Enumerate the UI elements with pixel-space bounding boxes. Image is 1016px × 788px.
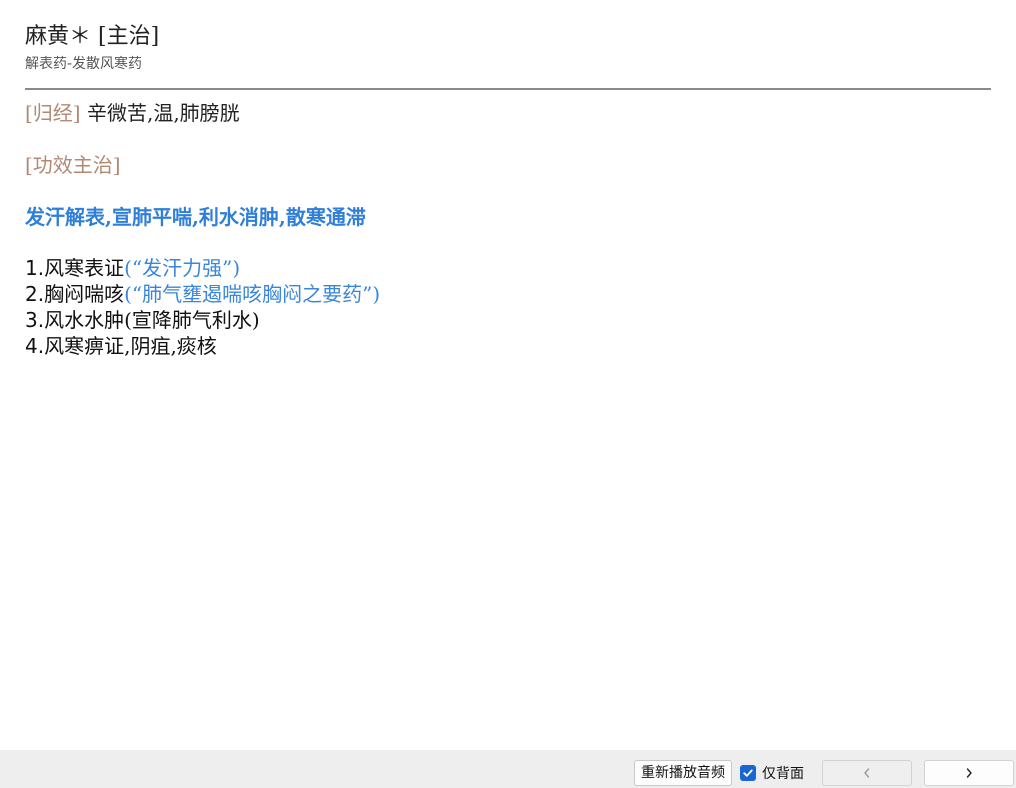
card-title: 麻黄＊ [主治] (25, 24, 160, 49)
list-item-number: 2. (25, 282, 45, 306)
card-content-area: 麻黄＊ [主治] 解表药-发散风寒药 [归经] 辛微苦,温,肺膀胱 [功效主治]… (0, 0, 1016, 750)
list-item: 4.风寒痹证,阴疽,痰核 (25, 333, 991, 359)
efficacy-key: 发汗解表,宣肺平喘,利水消肿,散寒通滞 (25, 205, 366, 229)
list-item-note: (“发汗力强”) (124, 256, 241, 280)
list-item: 1.风寒表证(“发汗力强”) (25, 255, 991, 281)
list-item-number: 3. (25, 308, 45, 332)
previous-card-button[interactable] (822, 760, 912, 786)
checkmark-icon (743, 769, 753, 777)
list-item-text: 风水水肿(宣降肺气利水) (44, 308, 260, 332)
header-divider (25, 88, 991, 90)
list-item-number: 1. (25, 256, 45, 280)
card-subtitle: 解表药-发散风寒药 (25, 56, 143, 72)
list-item-note: (“肺气壅遏喘咳胸闷之要药”) (124, 282, 381, 306)
list-item: 2.胸闷喘咳(“肺气壅遏喘咳胸闷之要药”) (25, 281, 991, 307)
list-item: 3.风水水肿(宣降肺气利水) (25, 307, 991, 333)
list-item-number: 4. (25, 334, 45, 358)
bottom-toolbar: 重新播放音频 仅背面 (0, 750, 1016, 788)
list-item-text: 风寒痹证,阴疽,痰核 (44, 334, 217, 358)
card-body: [归经] 辛微苦,温,肺膀胱 [功效主治] 发汗解表,宣肺平喘,利水消肿,散寒通… (25, 99, 991, 359)
efficacy-row: [功效主治] (25, 151, 991, 179)
efficacy-tag: [功效主治] (25, 153, 121, 177)
replay-audio-button[interactable]: 重新播放音频 (634, 760, 732, 786)
list-item-text: 胸闷喘咳 (44, 282, 125, 306)
meridian-text: 辛微苦,温,肺膀胱 (80, 101, 240, 125)
list-item-text: 风寒表证 (44, 256, 125, 280)
back-only-checkbox-row[interactable]: 仅背面 (740, 762, 804, 784)
back-only-label: 仅背面 (762, 766, 804, 782)
card-header: 麻黄＊ [主治] 解表药-发散风寒药 (25, 22, 991, 74)
meridian-row: [归经] 辛微苦,温,肺膀胱 (25, 99, 991, 127)
chevron-left-icon (864, 768, 870, 778)
indication-list: 1.风寒表证(“发汗力强”) 2.胸闷喘咳(“肺气壅遏喘咳胸闷之要药”) 3.风… (25, 255, 991, 359)
next-card-button[interactable] (924, 760, 1014, 786)
chevron-right-icon (966, 768, 972, 778)
meridian-tag: [归经] (25, 101, 81, 125)
back-only-checkbox[interactable] (740, 765, 756, 781)
